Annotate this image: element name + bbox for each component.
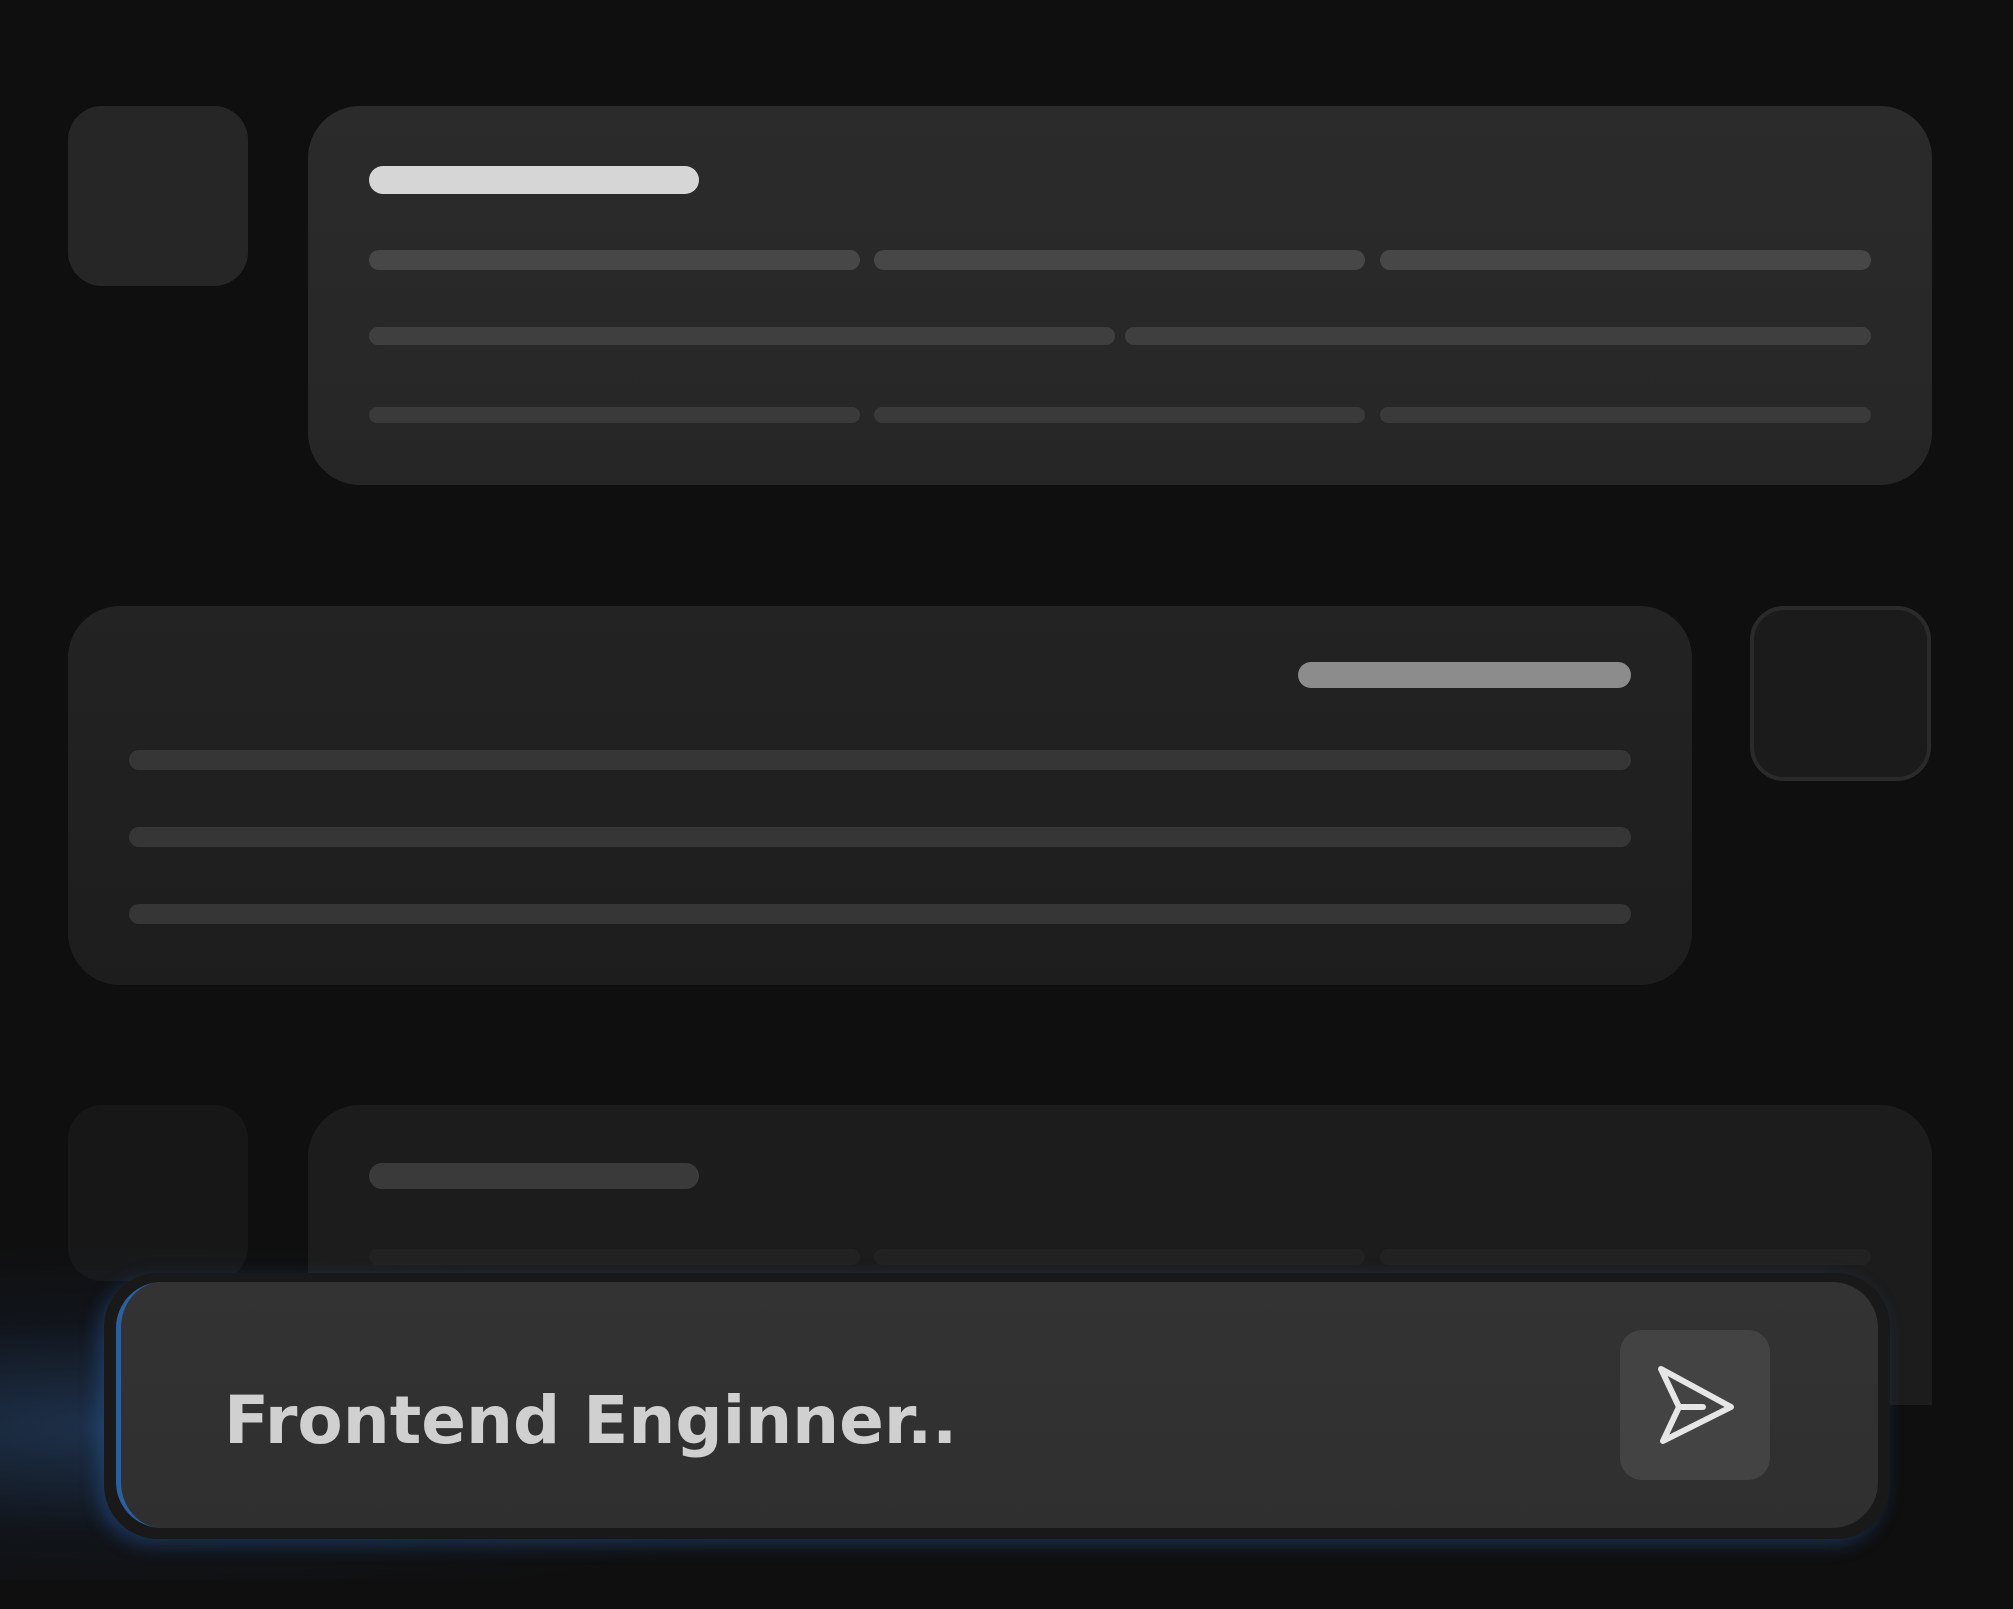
text-line-placeholder: [874, 250, 1365, 270]
message-title-placeholder: [1298, 662, 1631, 688]
text-line-placeholder: [369, 407, 860, 423]
message-bubble-incoming: [308, 106, 1932, 485]
avatar-incoming: [68, 1105, 248, 1281]
send-button[interactable]: [1620, 1330, 1770, 1480]
message-input-value[interactable]: Frontend Enginner..: [224, 1382, 957, 1459]
text-line-placeholder: [369, 250, 860, 270]
text-line-placeholder: [369, 327, 1115, 345]
text-line-placeholder: [129, 904, 1631, 924]
text-line-placeholder: [129, 827, 1631, 847]
text-line-placeholder: [874, 1249, 1365, 1265]
text-line-placeholder: [1380, 250, 1871, 270]
avatar-incoming: [68, 106, 248, 286]
text-line-placeholder: [1380, 1249, 1871, 1265]
message-title-placeholder: [369, 166, 699, 194]
avatar-outgoing: [1750, 606, 1931, 781]
text-line-placeholder: [1380, 407, 1871, 423]
send-icon: [1658, 1366, 1734, 1444]
text-line-placeholder: [129, 750, 1631, 770]
message-title-placeholder: [369, 1163, 699, 1189]
text-line-placeholder: [1125, 327, 1871, 345]
message-bubble-outgoing: [68, 606, 1692, 985]
text-line-placeholder: [874, 407, 1365, 423]
text-line-placeholder: [369, 1249, 860, 1265]
